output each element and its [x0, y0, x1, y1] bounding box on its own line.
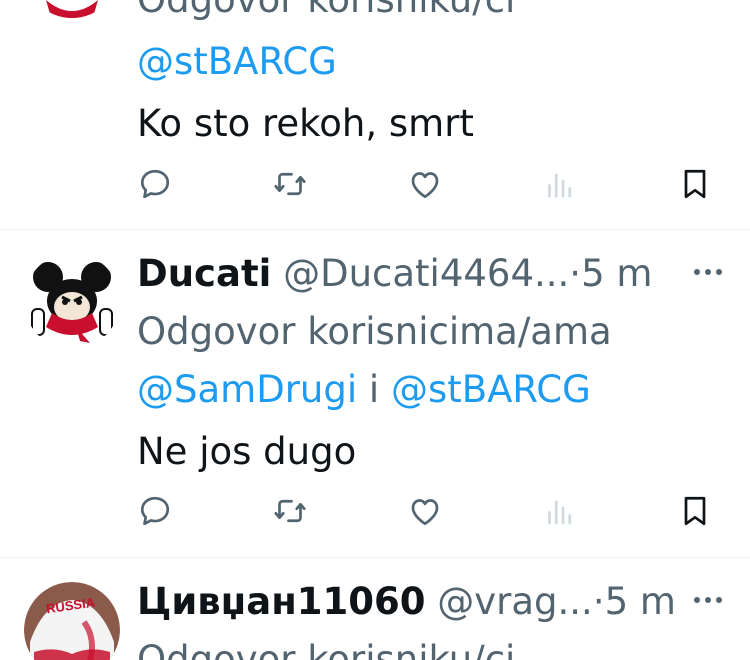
separator-dot: ·: [569, 252, 582, 295]
tweet-actions: [137, 166, 717, 206]
mention-link[interactable]: @SamDrugi: [137, 368, 357, 411]
mention-separator: i: [368, 368, 380, 411]
user-handle[interactable]: @vrag...: [437, 580, 593, 623]
reply-context: Odgovor korisniku/ci: [137, 0, 515, 21]
retweet-icon[interactable]: [272, 493, 308, 529]
tweet-1-avatar[interactable]: [24, 0, 120, 18]
tweet-2-avatar[interactable]: [24, 253, 120, 349]
retweet-icon[interactable]: [272, 166, 308, 202]
tweet-3[interactable]: RUSSIA Цивџан11060 @vrag...·5 m Odgovor …: [0, 558, 750, 660]
tweet-1[interactable]: Odgovor korisniku/ci @stBARCG Ko sto rek…: [0, 0, 750, 229]
timestamp[interactable]: 5 m: [605, 580, 676, 623]
mickey-avatar-icon: [34, 0, 110, 18]
mickey-avatar-icon: [24, 253, 120, 349]
bookmark-icon[interactable]: [677, 166, 713, 202]
display-name[interactable]: Цивџан11060: [137, 580, 425, 623]
tweet-actions: [137, 493, 717, 533]
tweet-text: Ne jos dugo: [137, 430, 357, 473]
russia-jersey-avatar-icon: [24, 582, 120, 660]
tweet-text: Ko sto rekoh, smrt: [137, 102, 474, 145]
tweet-2[interactable]: Ducati @Ducati4464...·5 m Odgovor korisn…: [0, 230, 750, 556]
tweet-header: Цивџан11060 @vrag...·5 m: [137, 580, 676, 623]
reply-icon[interactable]: [137, 493, 173, 529]
views-icon[interactable]: [542, 166, 578, 202]
tweet-3-avatar[interactable]: RUSSIA: [24, 582, 120, 660]
reply-icon[interactable]: [137, 166, 173, 202]
reply-mentions: @SamDrugi i @stBARCG: [137, 368, 591, 411]
like-icon[interactable]: [407, 493, 443, 529]
like-icon[interactable]: [407, 166, 443, 202]
tweet-header: Ducati @Ducati4464...·5 m: [137, 252, 652, 295]
user-handle[interactable]: @Ducati4464...: [283, 252, 569, 295]
mention-link[interactable]: @stBARCG: [137, 40, 337, 83]
separator-dot: ·: [592, 580, 605, 623]
reply-context: Odgovor korisniku/ci: [137, 638, 516, 660]
display-name[interactable]: Ducati: [137, 252, 271, 295]
bookmark-icon[interactable]: [677, 493, 713, 529]
reply-context: Odgovor korisnicima/ama: [137, 310, 612, 353]
mention-link[interactable]: @stBARCG: [391, 368, 591, 411]
more-icon[interactable]: [692, 266, 724, 278]
views-icon[interactable]: [542, 493, 578, 529]
more-icon[interactable]: [692, 594, 724, 606]
timestamp[interactable]: 5 m: [581, 252, 652, 295]
